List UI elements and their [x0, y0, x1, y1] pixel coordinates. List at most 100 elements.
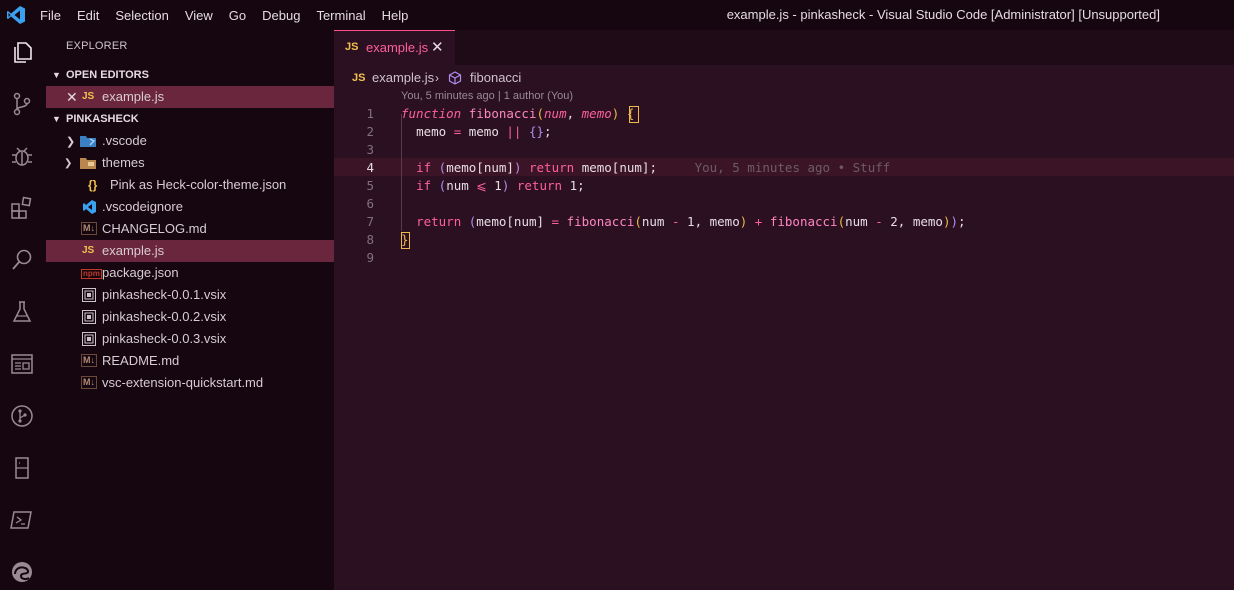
chevron-right-icon: ❯	[66, 136, 76, 148]
tree-item-example-js[interactable]: JS example.js	[46, 240, 334, 262]
tree-item-readme[interactable]: M↓ README.md	[46, 350, 334, 372]
js-icon: JS	[82, 91, 95, 102]
tab-example-js[interactable]: JS example.js ✕	[334, 30, 455, 65]
menu-help[interactable]: Help	[374, 8, 417, 23]
tree-item-vsix-1[interactable]: pinkasheck-0.0.1.vsix	[46, 284, 334, 306]
activity-bar	[0, 30, 46, 590]
menu-selection[interactable]: Selection	[107, 8, 176, 23]
line-number: 1	[366, 106, 374, 121]
editor-area: JS example.js ✕ JS example.js › fibonacc…	[334, 30, 1234, 590]
close-icon[interactable]: ✕	[66, 86, 78, 108]
line-number: 5	[366, 178, 374, 193]
project-label: PINKASHECK	[66, 113, 139, 125]
markdown-icon: M↓	[81, 354, 97, 367]
search-icon[interactable]	[9, 247, 35, 273]
code-line: if (num ⩽ 1) return 1;	[416, 178, 585, 193]
code-line: memo = memo || {};	[416, 124, 552, 139]
terminal-icon[interactable]	[9, 507, 35, 533]
tree-item-vscode-folder[interactable]: ❯ .vscode	[46, 130, 334, 152]
project-header[interactable]: ▼ PINKASHECK	[46, 108, 334, 130]
menu-go[interactable]: Go	[221, 8, 254, 23]
tree-item-theme-json[interactable]: {} Pink as Heck-color-theme.json	[46, 174, 334, 196]
tree-item-label: .vscodeignore	[102, 199, 183, 214]
window-title: example.js - pinkasheck - Visual Studio …	[726, 7, 1160, 22]
tree-item-vsix-2[interactable]: pinkasheck-0.0.2.vsix	[46, 306, 334, 328]
explorer-sidebar: EXPLORER ▼ OPEN EDITORS ✕ JS example.js …	[46, 30, 334, 590]
folder-themes-icon	[80, 158, 96, 169]
tree-item-label: Pink as Heck-color-theme.json	[110, 177, 287, 192]
json-icon: {}	[88, 178, 98, 192]
vscode-logo-icon	[7, 6, 25, 24]
vsix-icon	[82, 288, 96, 302]
menu-terminal[interactable]: Terminal	[308, 8, 373, 23]
source-control-icon[interactable]	[9, 91, 35, 117]
tree-item-label: README.md	[102, 353, 180, 368]
open-editors-header[interactable]: ▼ OPEN EDITORS	[46, 64, 334, 86]
menu-file[interactable]: File	[32, 8, 69, 23]
open-editor-item[interactable]: ✕ JS example.js	[46, 86, 334, 108]
npm-icon: npm	[81, 269, 102, 279]
symbol-method-icon	[448, 71, 462, 85]
menu-edit[interactable]: Edit	[69, 8, 107, 23]
folder-vscode-icon	[80, 136, 96, 147]
git-graph-icon[interactable]	[9, 403, 35, 429]
markdown-icon: M↓	[81, 376, 97, 389]
line-number: 6	[366, 196, 374, 211]
tree-item-changelog[interactable]: M↓ CHANGELOG.md	[46, 218, 334, 240]
tree-item-quickstart[interactable]: M↓ vsc-extension-quickstart.md	[46, 372, 334, 394]
tree-item-label: pinkasheck-0.0.1.vsix	[102, 287, 227, 302]
browser-window-icon[interactable]	[9, 351, 35, 377]
breadcrumb-symbol[interactable]: fibonacci	[470, 68, 521, 88]
code-line: return (memo[num] = fibonacci(num - 1, m…	[416, 214, 966, 229]
chevron-down-icon: ▼	[52, 114, 61, 124]
tree-item-themes-folder[interactable]: ❯ themes	[46, 152, 334, 174]
open-editor-label: example.js	[102, 89, 165, 104]
tree-item-label: pinkasheck-0.0.2.vsix	[102, 309, 227, 324]
tree-item-label: CHANGELOG.md	[102, 221, 207, 236]
tab-label: example.js	[366, 40, 429, 55]
tab-bar: JS example.js ✕	[334, 30, 1234, 65]
tree-item-vscodeignore[interactable]: .vscodeignore	[46, 196, 334, 218]
tree-item-label: .vscode	[102, 133, 147, 148]
debug-icon[interactable]	[9, 143, 35, 169]
codelens-blame[interactable]: You, 5 minutes ago | 1 author (You)	[401, 90, 573, 102]
js-icon: JS	[345, 41, 359, 53]
code-line: function fibonacci(num, memo) {	[401, 106, 635, 121]
chevron-right-icon: ›	[435, 71, 439, 85]
line-number: 4	[366, 160, 374, 175]
line-number: 9	[366, 250, 374, 265]
tree-item-vsix-3[interactable]: pinkasheck-0.0.3.vsix	[46, 328, 334, 350]
line-number: 7	[366, 214, 374, 229]
tree-item-label: themes	[102, 155, 145, 170]
menu-debug[interactable]: Debug	[254, 8, 308, 23]
chevron-down-icon: ▼	[52, 70, 61, 80]
test-flask-icon[interactable]	[9, 299, 35, 325]
edge-icon[interactable]	[9, 559, 35, 585]
vsix-icon	[82, 310, 96, 324]
tree-item-label: pinkasheck-0.0.3.vsix	[102, 331, 227, 346]
code-line: if (memo[num]) return memo[num]; You, 5 …	[416, 160, 891, 175]
sidebar-title: EXPLORER	[66, 40, 128, 52]
tree-item-label: example.js	[102, 243, 165, 258]
bookmark-icon[interactable]	[9, 455, 35, 481]
menu-bar: File Edit Selection View Go Debug Termin…	[32, 0, 416, 30]
files-icon[interactable]	[9, 39, 35, 65]
line-number: 8	[366, 232, 374, 247]
chevron-down-icon: ❯	[64, 158, 73, 169]
tree-item-package-json[interactable]: npm package.json	[46, 262, 334, 284]
open-editors-label: OPEN EDITORS	[66, 69, 149, 81]
close-icon[interactable]: ✕	[431, 38, 444, 56]
js-icon: JS	[82, 245, 95, 256]
extensions-icon[interactable]	[9, 195, 35, 221]
tree-item-label: vsc-extension-quickstart.md	[102, 375, 264, 390]
menu-view[interactable]: View	[177, 8, 221, 23]
vscode-icon	[83, 200, 96, 214]
vsix-icon	[82, 332, 96, 346]
title-bar: File Edit Selection View Go Debug Termin…	[0, 0, 1234, 30]
code-line: }	[401, 232, 409, 247]
breadcrumb-file[interactable]: example.js	[372, 68, 434, 88]
tree-item-label: package.json	[102, 265, 179, 280]
line-number: 3	[366, 142, 374, 157]
line-number: 2	[366, 124, 374, 139]
inline-blame: You, 5 minutes ago • Stuff	[694, 160, 891, 175]
